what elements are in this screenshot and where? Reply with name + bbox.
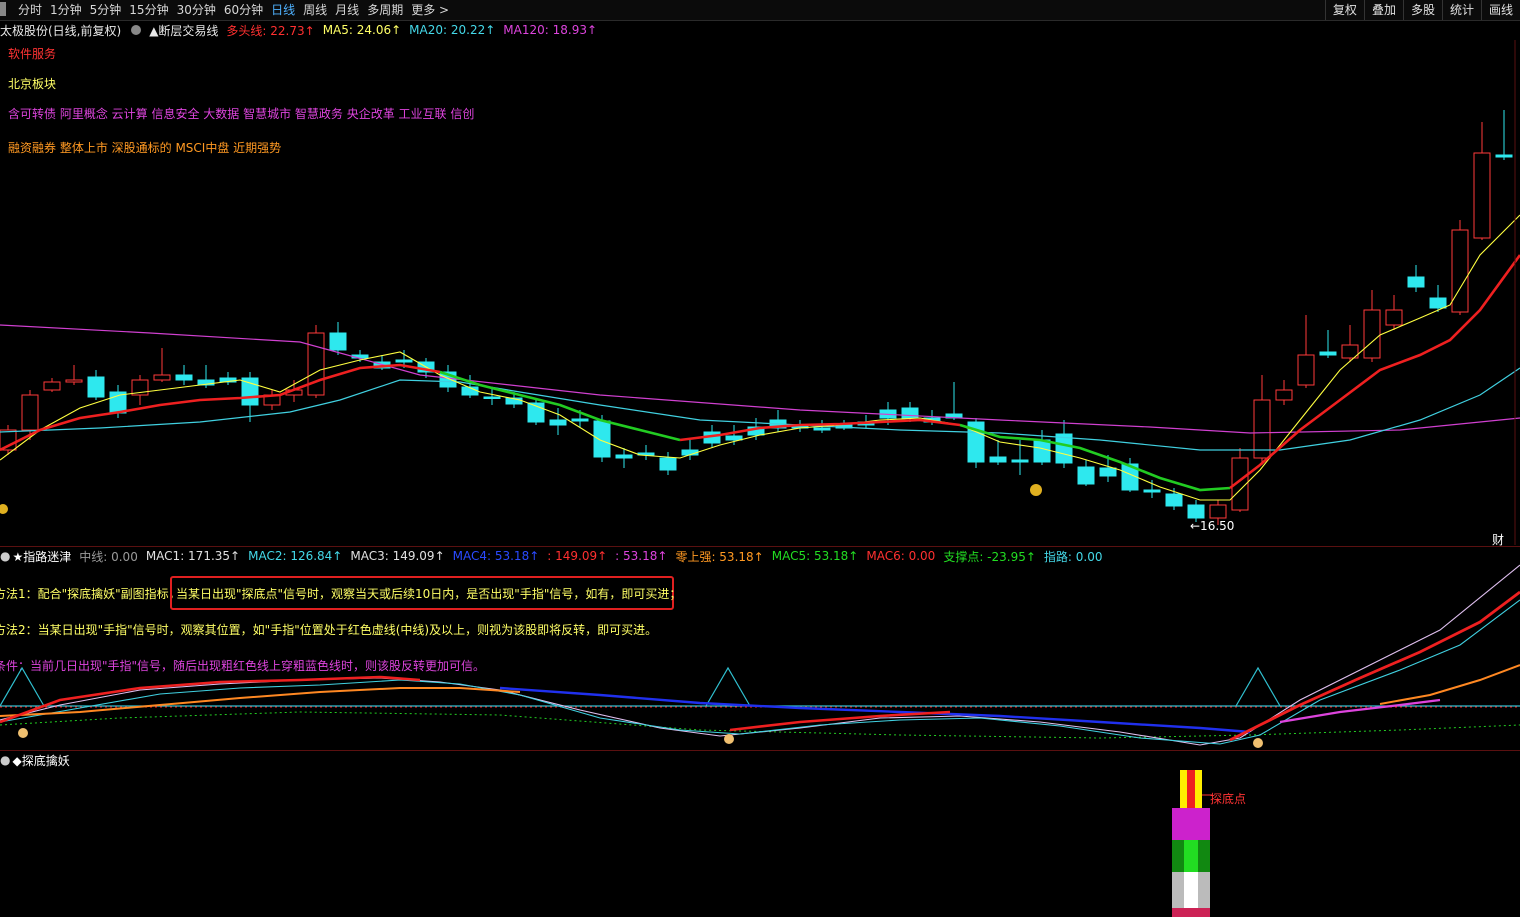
signal-bar bbox=[1180, 770, 1187, 808]
signal-chart[interactable] bbox=[0, 0, 1520, 917]
signal-block bbox=[1172, 808, 1210, 840]
signal-label: 探底点 bbox=[1210, 792, 1247, 806]
signal-bar bbox=[1187, 770, 1195, 808]
signal-block bbox=[1172, 908, 1210, 917]
signal-block bbox=[1184, 872, 1198, 908]
signal-block bbox=[1184, 840, 1198, 872]
signal-bar bbox=[1195, 770, 1202, 808]
